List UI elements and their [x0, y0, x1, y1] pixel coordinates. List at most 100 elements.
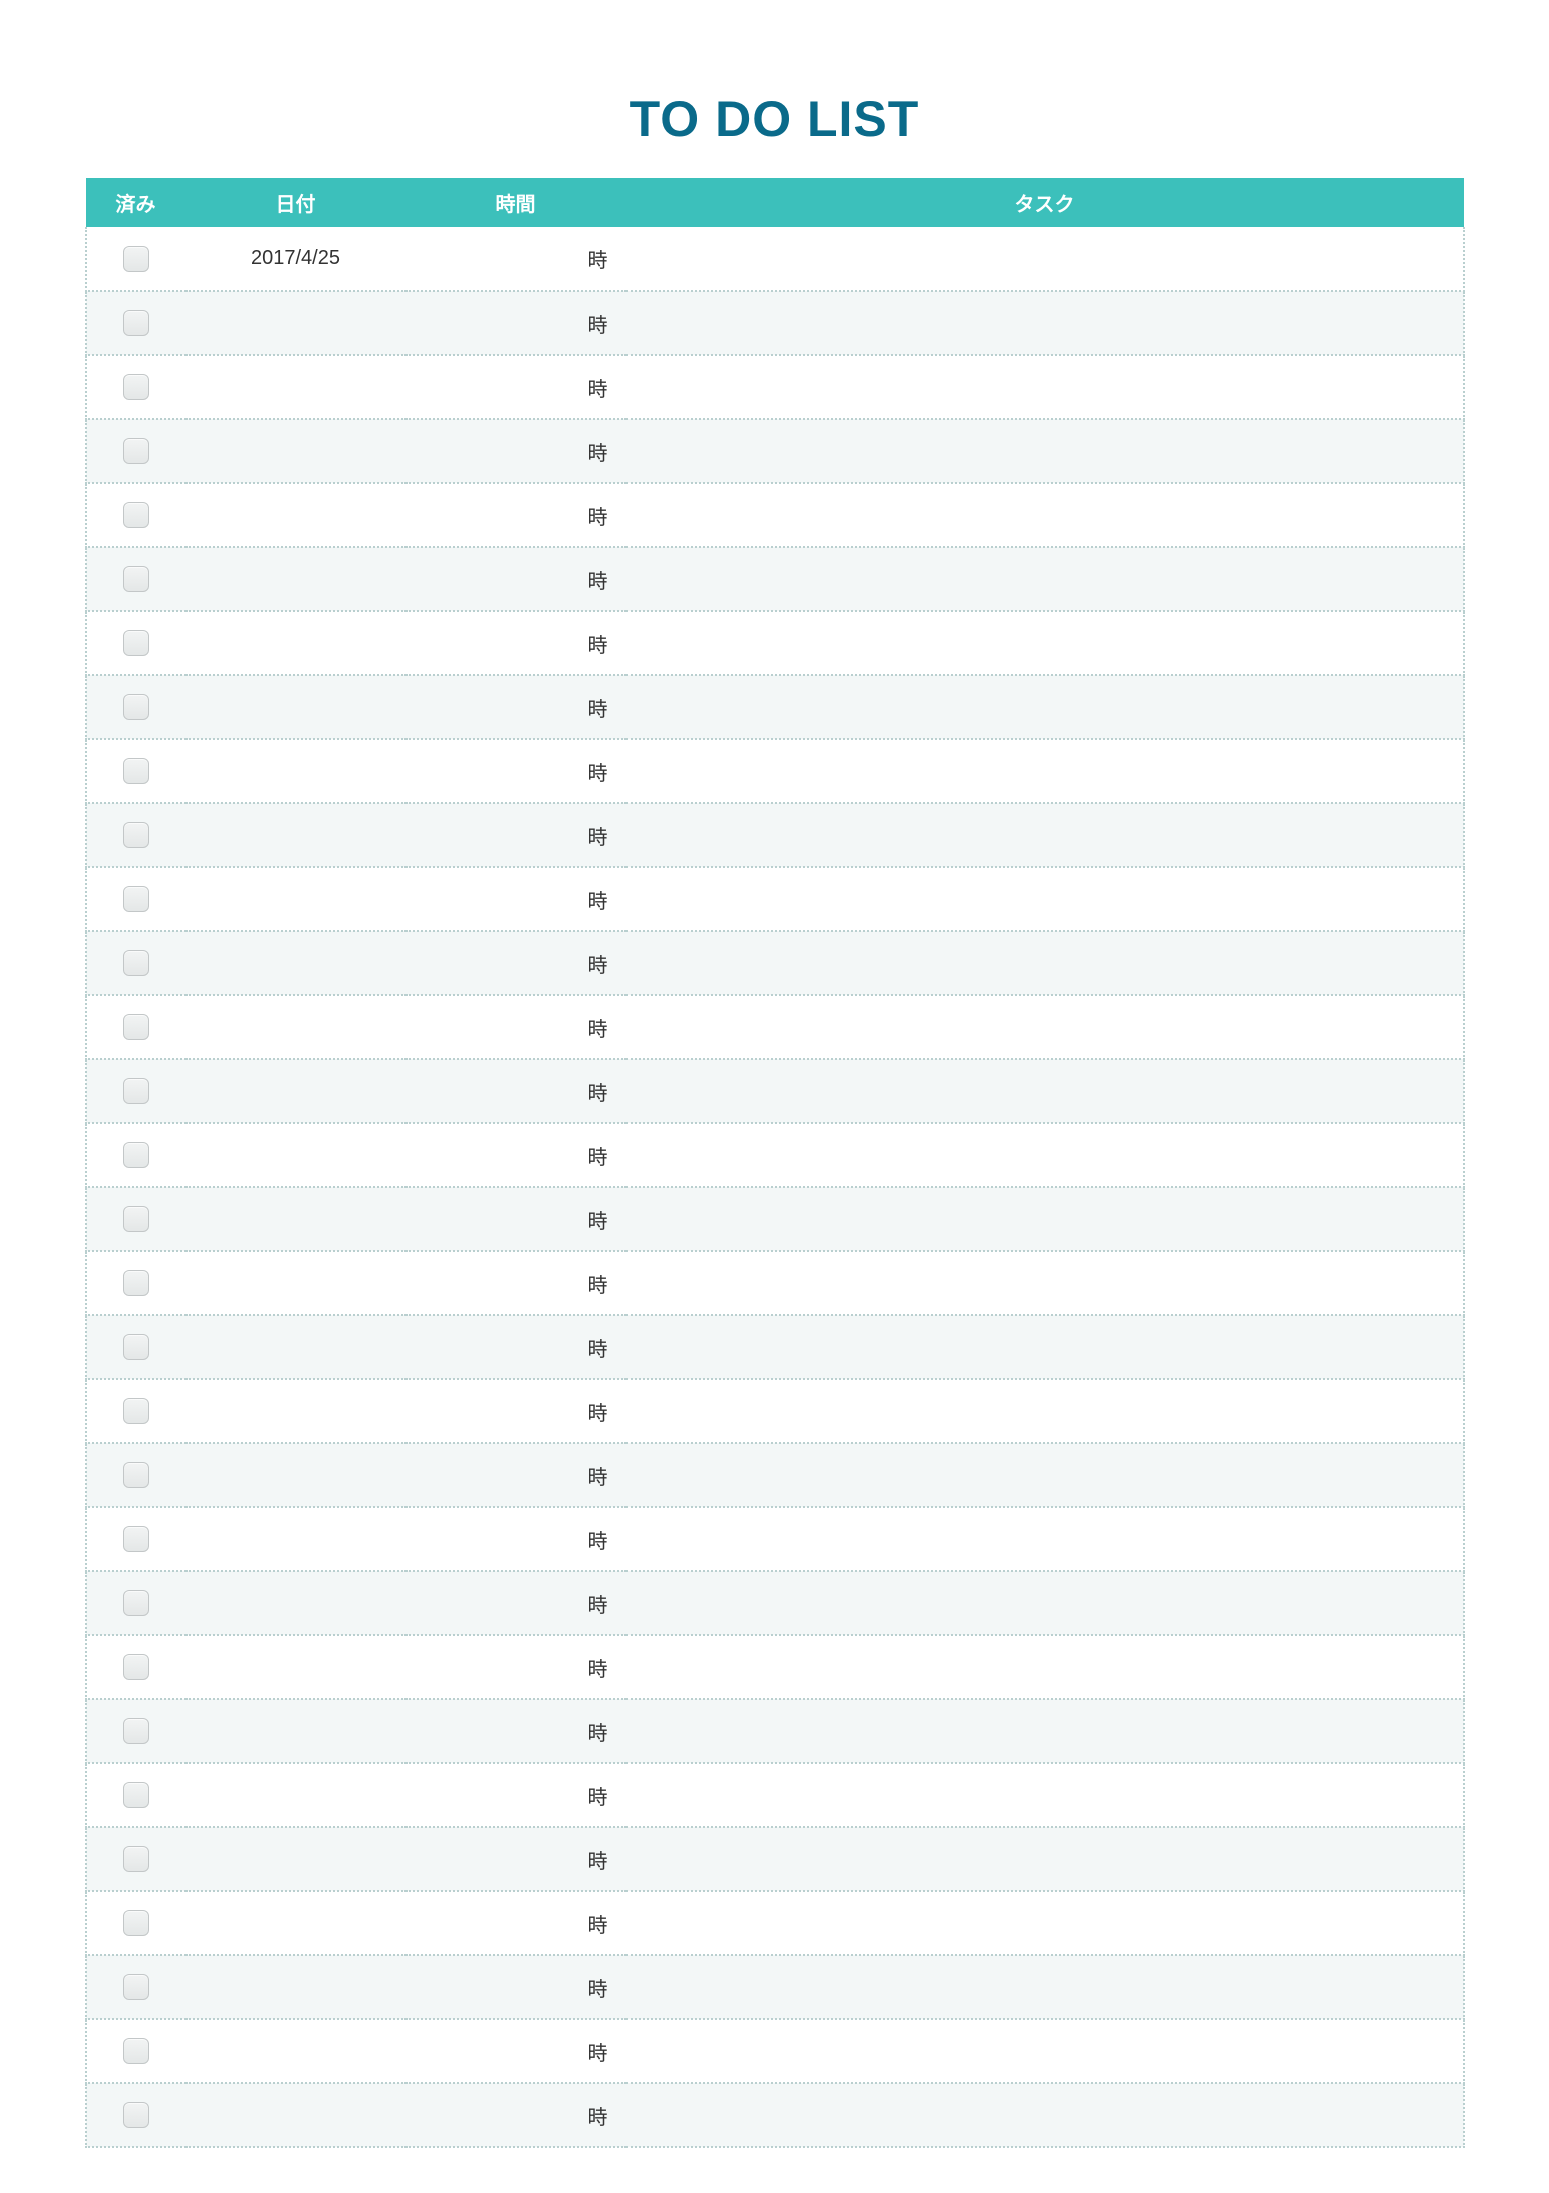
- date-cell[interactable]: [186, 1123, 406, 1187]
- time-cell[interactable]: 時: [406, 291, 626, 355]
- time-cell[interactable]: 時: [406, 1315, 626, 1379]
- done-checkbox[interactable]: [123, 310, 149, 336]
- time-cell[interactable]: 時: [406, 419, 626, 483]
- task-cell[interactable]: [626, 1827, 1464, 1891]
- task-cell[interactable]: [626, 1763, 1464, 1827]
- task-cell[interactable]: [626, 1187, 1464, 1251]
- date-cell[interactable]: [186, 867, 406, 931]
- time-cell[interactable]: 時: [406, 675, 626, 739]
- task-cell[interactable]: [626, 675, 1464, 739]
- task-cell[interactable]: [626, 355, 1464, 419]
- date-cell[interactable]: [186, 1571, 406, 1635]
- date-cell[interactable]: [186, 803, 406, 867]
- task-cell[interactable]: [626, 2019, 1464, 2083]
- time-cell[interactable]: 時: [406, 1891, 626, 1955]
- task-cell[interactable]: [626, 611, 1464, 675]
- done-checkbox[interactable]: [123, 1718, 149, 1744]
- time-cell[interactable]: 時: [406, 1379, 626, 1443]
- task-cell[interactable]: [626, 803, 1464, 867]
- done-checkbox[interactable]: [123, 374, 149, 400]
- date-cell[interactable]: [186, 1699, 406, 1763]
- time-cell[interactable]: 時: [406, 1827, 626, 1891]
- time-cell[interactable]: 時: [406, 1059, 626, 1123]
- done-checkbox[interactable]: [123, 1334, 149, 1360]
- time-cell[interactable]: 時: [406, 739, 626, 803]
- done-checkbox[interactable]: [123, 1526, 149, 1552]
- done-checkbox[interactable]: [123, 1462, 149, 1488]
- time-cell[interactable]: 時: [406, 1123, 626, 1187]
- date-cell[interactable]: [186, 419, 406, 483]
- task-cell[interactable]: [626, 1571, 1464, 1635]
- task-cell[interactable]: [626, 483, 1464, 547]
- task-cell[interactable]: [626, 1891, 1464, 1955]
- date-cell[interactable]: [186, 291, 406, 355]
- done-checkbox[interactable]: [123, 1014, 149, 1040]
- task-cell[interactable]: [626, 547, 1464, 611]
- time-cell[interactable]: 時: [406, 1955, 626, 2019]
- task-cell[interactable]: [626, 1059, 1464, 1123]
- date-cell[interactable]: [186, 675, 406, 739]
- date-cell[interactable]: 2017/4/25: [186, 227, 406, 291]
- time-cell[interactable]: 時: [406, 483, 626, 547]
- task-cell[interactable]: [626, 995, 1464, 1059]
- time-cell[interactable]: 時: [406, 355, 626, 419]
- date-cell[interactable]: [186, 483, 406, 547]
- date-cell[interactable]: [186, 1315, 406, 1379]
- task-cell[interactable]: [626, 739, 1464, 803]
- done-checkbox[interactable]: [123, 1846, 149, 1872]
- task-cell[interactable]: [626, 1507, 1464, 1571]
- task-cell[interactable]: [626, 1635, 1464, 1699]
- task-cell[interactable]: [626, 1955, 1464, 2019]
- time-cell[interactable]: 時: [406, 1187, 626, 1251]
- time-cell[interactable]: 時: [406, 547, 626, 611]
- date-cell[interactable]: [186, 1379, 406, 1443]
- done-checkbox[interactable]: [123, 1654, 149, 1680]
- date-cell[interactable]: [186, 1763, 406, 1827]
- date-cell[interactable]: [186, 611, 406, 675]
- date-cell[interactable]: [186, 355, 406, 419]
- time-cell[interactable]: 時: [406, 1443, 626, 1507]
- time-cell[interactable]: 時: [406, 1699, 626, 1763]
- done-checkbox[interactable]: [123, 1910, 149, 1936]
- date-cell[interactable]: [186, 1251, 406, 1315]
- date-cell[interactable]: [186, 1443, 406, 1507]
- time-cell[interactable]: 時: [406, 227, 626, 291]
- date-cell[interactable]: [186, 995, 406, 1059]
- done-checkbox[interactable]: [123, 1974, 149, 2000]
- task-cell[interactable]: [626, 419, 1464, 483]
- time-cell[interactable]: 時: [406, 867, 626, 931]
- done-checkbox[interactable]: [123, 566, 149, 592]
- done-checkbox[interactable]: [123, 246, 149, 272]
- task-cell[interactable]: [626, 1379, 1464, 1443]
- date-cell[interactable]: [186, 1635, 406, 1699]
- time-cell[interactable]: 時: [406, 2083, 626, 2147]
- done-checkbox[interactable]: [123, 630, 149, 656]
- task-cell[interactable]: [626, 1315, 1464, 1379]
- task-cell[interactable]: [626, 931, 1464, 995]
- done-checkbox[interactable]: [123, 1590, 149, 1616]
- done-checkbox[interactable]: [123, 1206, 149, 1232]
- date-cell[interactable]: [186, 1891, 406, 1955]
- time-cell[interactable]: 時: [406, 611, 626, 675]
- task-cell[interactable]: [626, 227, 1464, 291]
- date-cell[interactable]: [186, 2083, 406, 2147]
- time-cell[interactable]: 時: [406, 931, 626, 995]
- task-cell[interactable]: [626, 1443, 1464, 1507]
- time-cell[interactable]: 時: [406, 1507, 626, 1571]
- done-checkbox[interactable]: [123, 502, 149, 528]
- done-checkbox[interactable]: [123, 1782, 149, 1808]
- date-cell[interactable]: [186, 1955, 406, 2019]
- time-cell[interactable]: 時: [406, 1635, 626, 1699]
- time-cell[interactable]: 時: [406, 1763, 626, 1827]
- task-cell[interactable]: [626, 2083, 1464, 2147]
- task-cell[interactable]: [626, 291, 1464, 355]
- time-cell[interactable]: 時: [406, 1571, 626, 1635]
- done-checkbox[interactable]: [123, 1078, 149, 1104]
- done-checkbox[interactable]: [123, 1142, 149, 1168]
- date-cell[interactable]: [186, 1827, 406, 1891]
- date-cell[interactable]: [186, 2019, 406, 2083]
- time-cell[interactable]: 時: [406, 803, 626, 867]
- task-cell[interactable]: [626, 867, 1464, 931]
- date-cell[interactable]: [186, 931, 406, 995]
- done-checkbox[interactable]: [123, 886, 149, 912]
